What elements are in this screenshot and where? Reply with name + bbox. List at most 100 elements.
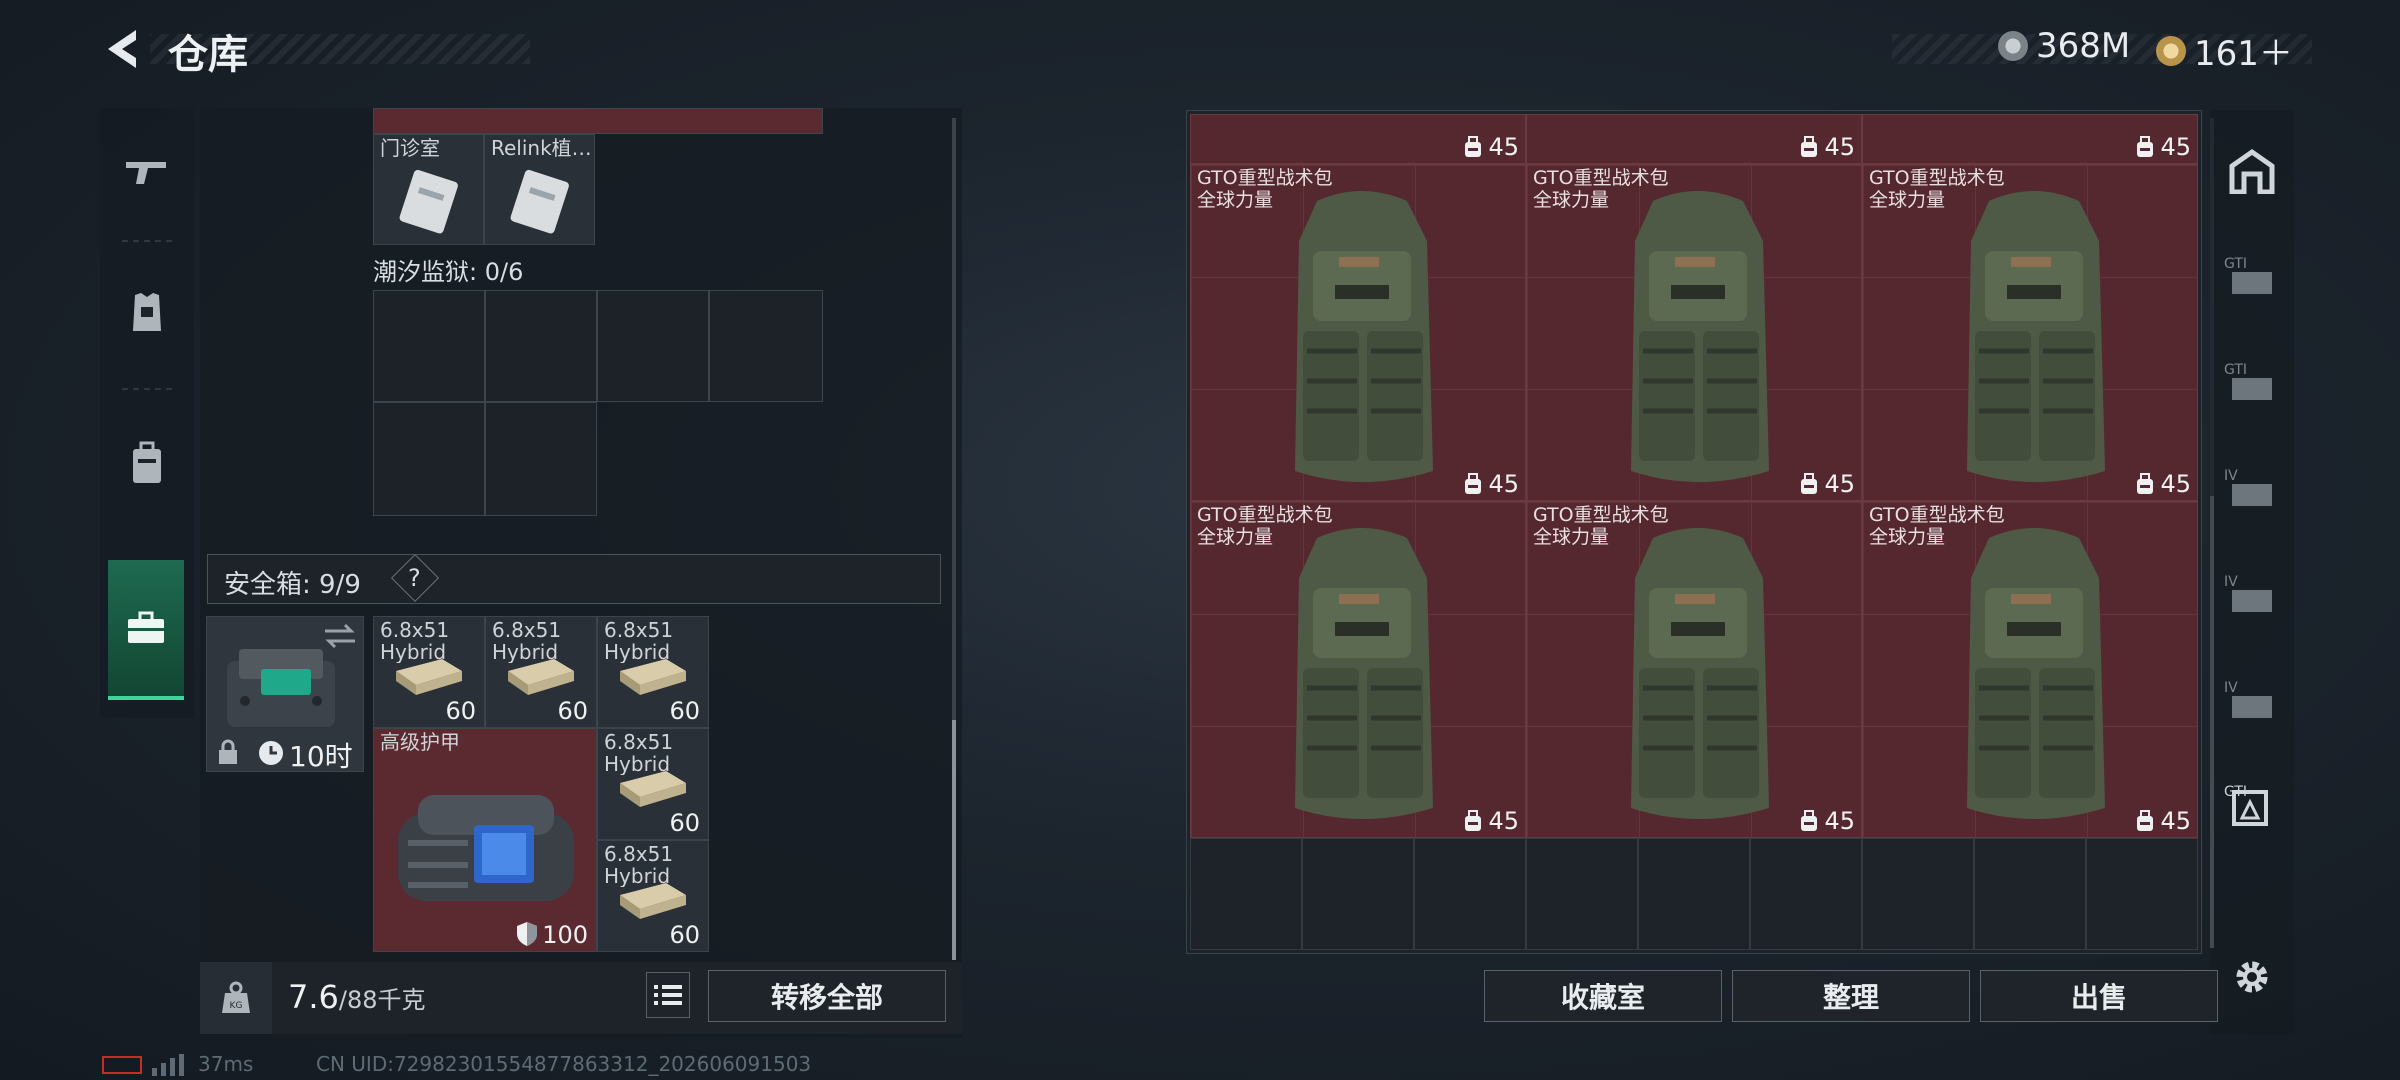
item-label: 门诊室 [380,137,440,159]
stash-tab-icon: IV [2224,574,2272,612]
capacity-value: 45 [1824,470,1855,498]
ping-value: 37ms [198,1052,254,1076]
capacity-value: 45 [1488,807,1519,835]
ammo-qty: 60 [669,809,700,837]
empty-slot[interactable] [485,290,597,402]
clock-icon [259,741,283,765]
safe-case-item[interactable]: 10时 [206,616,364,773]
stash-backpack-item[interactable]: GTO重型战术包 全球力量 45 [1526,164,1862,501]
stash-tab-icon: GTI [2224,362,2272,400]
stash-empty-slot[interactable] [1302,838,1414,950]
stash-backpack-item[interactable]: GTO重型战术包 全球力量 45 [1190,164,1526,501]
stash-empty-slot[interactable] [1526,838,1638,950]
item-label: Relink植… [491,137,592,159]
backpack-icon [1967,191,2105,482]
capacity-icon [1465,810,1482,831]
ammo-box-icon [620,883,686,919]
partial-backpack[interactable]: 45 [1526,114,1862,164]
stash-empty-slot[interactable] [1750,838,1862,950]
ammo-item[interactable]: 6.8x51 Hybrid 60 [373,616,485,728]
backpack-icon [1967,528,2105,819]
armor-bag-icon [398,795,574,901]
weight-max: /88千克 [338,986,426,1014]
sell-button[interactable]: 出售 [1980,970,2218,1022]
ammo-item[interactable]: 6.8x51 Hybrid 60 [597,728,709,840]
stash-empty-slot[interactable] [1862,838,1974,950]
partial-item-row[interactable] [373,108,823,134]
sort-button[interactable]: 整理 [1732,970,1970,1022]
stash-tab-6[interactable]: GTI [2210,762,2294,852]
stash-tab-2[interactable]: GTI [2210,338,2294,428]
weight-current: 7.6 [288,978,339,1016]
points-display[interactable]: 161＋ [2156,26,2293,75]
stash-empty-slot[interactable] [2086,838,2198,950]
stash-tab-icon: IV [2224,680,2272,718]
ammo-box-icon [620,659,686,695]
backpack-icon [1295,528,1433,819]
capacity-display: 45 [1798,470,1855,498]
ammo-item[interactable]: 6.8x51 Hybrid 60 [485,616,597,728]
stash-backpack-item[interactable]: GTO重型战术包 全球力量 45 [1862,501,2198,838]
stash-tab-all[interactable] [2210,126,2294,216]
page-title: 仓库 [168,32,248,78]
backpack-icon [1295,191,1433,482]
ammo-item[interactable]: 6.8x51 Hybrid 60 [597,616,709,728]
capacity-display: 45 [1462,133,1519,161]
armor-item[interactable]: 高级护甲 100 [373,728,597,952]
nav-backpack[interactable] [100,398,194,528]
armor-label: 高级护甲 [380,731,460,753]
partial-backpack[interactable]: 45 [1190,114,1526,164]
ammo-item[interactable]: 6.8x51 Hybrid 60 [597,840,709,952]
nav-weapons[interactable] [100,108,194,238]
capacity-display: 45 [2134,470,2191,498]
inventory-scrollbar-thumb[interactable] [952,720,956,960]
nav-armor[interactable] [100,248,194,378]
empty-slot[interactable] [373,402,485,516]
stash-empty-slot[interactable] [1638,838,1750,950]
capacity-value: 45 [1824,807,1855,835]
stash-all-icon [2229,148,2275,194]
back-arrow-icon[interactable] [100,26,142,72]
empty-slot[interactable] [485,402,597,516]
capacity-display: 45 [2134,807,2191,835]
clinic-keycard-slot[interactable]: 门诊室 [373,134,484,245]
stash-tab-1[interactable]: GTI [2210,232,2294,322]
svg-text:IV: IV [2224,680,2238,696]
stash-tab-3[interactable]: IV [2210,444,2294,534]
stash-backpack-item[interactable]: GTO重型战术包 全球力量 45 [1862,164,2198,501]
partial-backpack[interactable]: 45 [1862,114,2198,164]
stash-tab-4[interactable]: IV [2210,550,2294,640]
empty-slot[interactable] [597,290,709,402]
gun-icon [126,162,166,184]
ammo-qty: 60 [669,697,700,725]
capacity-icon [2137,136,2154,157]
stash-empty-slot[interactable] [1974,838,2086,950]
nav-safe-case[interactable] [108,560,184,700]
ammo-qty: 60 [669,921,700,949]
ammo-box-icon [508,659,574,695]
stash-empty-slot[interactable] [1414,838,1526,950]
capacity-icon [2137,473,2154,494]
stash-backpack-item[interactable]: GTO重型战术包 全球力量 45 [1526,501,1862,838]
safe-case-icon [128,611,164,643]
help-icon[interactable]: ? [408,564,421,592]
list-icon [654,985,682,1005]
stash-empty-slot[interactable] [1190,838,1302,950]
capacity-value: 45 [2160,807,2191,835]
list-view-button[interactable] [646,972,690,1018]
relink-keycard-slot[interactable]: Relink植… [484,134,595,245]
empty-slot[interactable] [373,290,485,402]
svg-text:KG: KG [230,1001,243,1011]
stash-tab-5[interactable]: IV [2210,656,2294,746]
collection-room-button[interactable]: 收藏室 [1484,970,1722,1022]
svg-text:IV: IV [2224,574,2238,590]
timer-value: 10时 [289,740,353,773]
stash-backpack-item[interactable]: GTO重型战术包 全球力量 45 [1190,501,1526,838]
armor-durability: 100 [542,921,588,949]
battery-icon [102,1056,142,1074]
transfer-all-button[interactable]: 转移全部 [708,970,946,1022]
empty-slot[interactable] [709,290,823,402]
lock-icon [219,739,237,764]
settings-button[interactable] [2210,932,2294,1022]
backpack-name: GTO重型战术包 全球力量 [1869,167,2005,211]
